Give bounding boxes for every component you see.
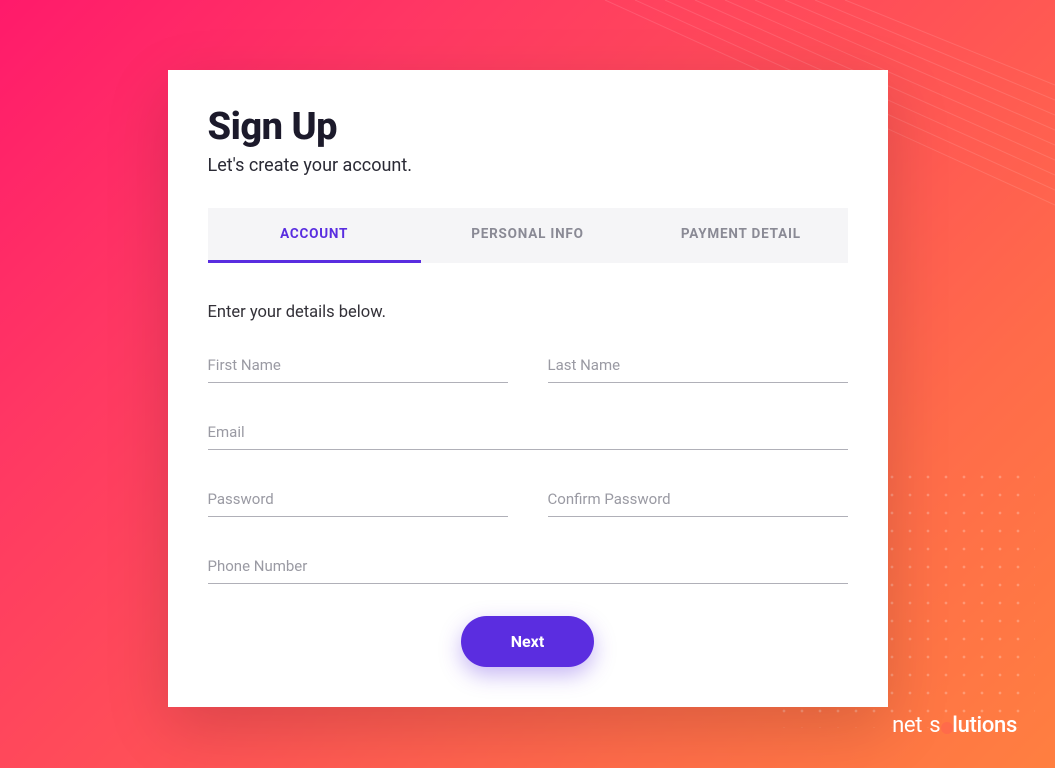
step-tabs: ACCOUNT PERSONAL INFO PAYMENT DETAIL	[208, 208, 848, 263]
last-name-input[interactable]	[548, 348, 848, 383]
tab-personal-info[interactable]: PERSONAL INFO	[421, 208, 634, 263]
phone-number-input[interactable]	[208, 549, 848, 584]
page-title: Sign Up	[208, 105, 848, 149]
tab-payment-detail[interactable]: PAYMENT DETAIL	[634, 208, 847, 263]
tab-account[interactable]: ACCOUNT	[208, 208, 421, 263]
form-instructions: Enter your details below.	[208, 303, 848, 322]
next-button[interactable]: Next	[461, 616, 594, 667]
brand-circle-icon	[941, 722, 953, 734]
signup-form: Next	[208, 348, 848, 667]
brand-prefix: net	[892, 713, 922, 738]
brand-suffix-rest: lutions	[952, 713, 1017, 738]
confirm-password-input[interactable]	[548, 482, 848, 517]
signup-card: Sign Up Let's create your account. ACCOU…	[168, 70, 888, 707]
email-input[interactable]	[208, 415, 848, 450]
password-input[interactable]	[208, 482, 508, 517]
page-subtitle: Let's create your account.	[208, 155, 848, 176]
brand-logo: net s lutions	[892, 713, 1017, 738]
first-name-input[interactable]	[208, 348, 508, 383]
brand-suffix-s: s	[929, 713, 940, 738]
